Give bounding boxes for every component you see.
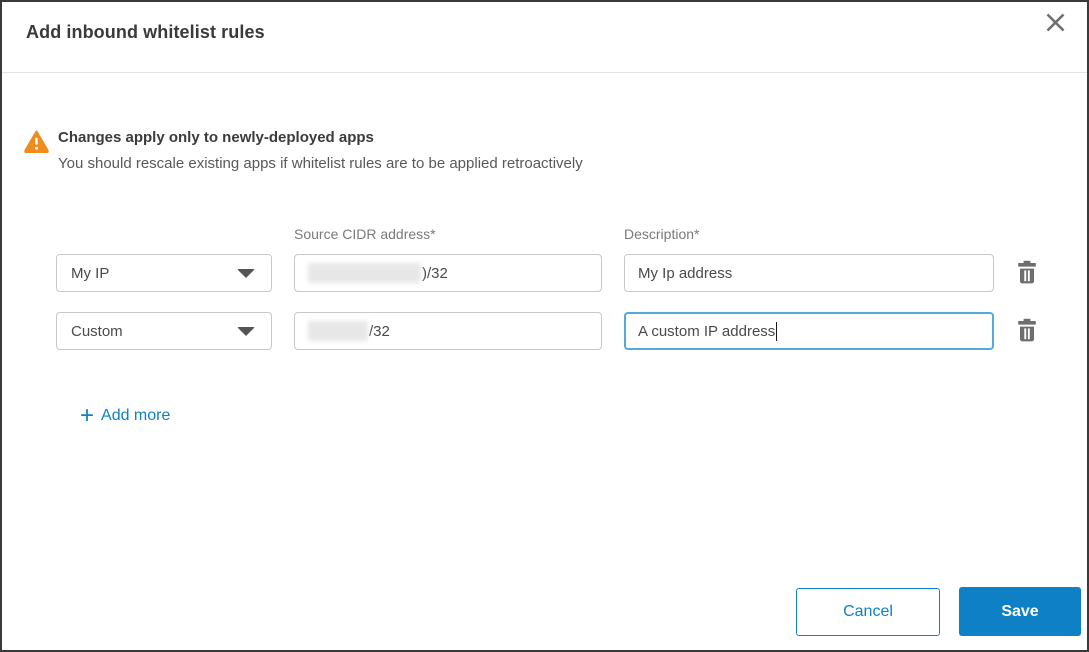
description-input-row2[interactable]: A custom IP address (624, 312, 994, 350)
dialog-footer: Cancel Save (796, 587, 1081, 636)
dialog-title: Add inbound whitelist rules (26, 22, 265, 42)
delete-rule-button-row1[interactable] (1016, 260, 1038, 287)
chevron-down-icon (237, 268, 255, 278)
add-more-label: Add more (101, 407, 171, 424)
description-value: My Ip address (638, 264, 733, 282)
whitelist-rules-form: Source CIDR address* Description* My IP … (56, 226, 1063, 428)
rule-row-2: Custom /32 A custom IP address (56, 312, 1063, 350)
cidr-visible-text: /32 (369, 322, 390, 340)
source-cidr-input-row1[interactable]: )/32 (294, 254, 602, 292)
rule-type-select-row1[interactable]: My IP (56, 254, 272, 292)
close-button[interactable] (1042, 11, 1068, 37)
description-input-row1[interactable]: My Ip address (624, 254, 994, 292)
delete-rule-button-row2[interactable] (1016, 318, 1038, 345)
rule-row-1: My IP )/32 My Ip address (56, 254, 1063, 292)
close-icon (1044, 11, 1067, 37)
column-labels: Source CIDR address* Description* (56, 226, 1063, 242)
rule-type-selected-value: My IP (71, 264, 110, 282)
warning-subtitle: You should rescale existing apps if whit… (58, 155, 583, 172)
chevron-down-icon (237, 326, 255, 336)
cidr-visible-text: )/32 (422, 264, 448, 282)
trash-icon (1016, 318, 1038, 345)
warning-triangle-icon (24, 130, 49, 158)
trash-icon (1016, 260, 1038, 287)
warning-title: Changes apply only to newly-deployed app… (58, 129, 374, 146)
description-column-label: Description* (624, 226, 700, 242)
plus-icon: + (80, 402, 95, 429)
redacted-ip-block (308, 321, 368, 341)
rule-type-selected-value: Custom (71, 322, 123, 340)
redacted-ip-block (308, 263, 421, 283)
rule-type-select-row2[interactable]: Custom (56, 312, 272, 350)
dialog-body: Changes apply only to newly-deployed app… (2, 73, 1087, 428)
add-whitelist-rules-dialog: Add inbound whitelist rules Changes appl… (0, 0, 1089, 652)
description-value: A custom IP address (638, 322, 776, 340)
save-button[interactable]: Save (959, 587, 1081, 636)
dialog-header: Add inbound whitelist rules (2, 2, 1087, 73)
source-cidr-column-label: Source CIDR address* (294, 226, 436, 242)
add-more-button[interactable]: + Add more (80, 402, 171, 429)
source-cidr-input-row2[interactable]: /32 (294, 312, 602, 350)
warning-banner: Changes apply only to newly-deployed app… (24, 128, 1063, 174)
cancel-button[interactable]: Cancel (796, 587, 940, 636)
text-cursor (776, 321, 778, 341)
